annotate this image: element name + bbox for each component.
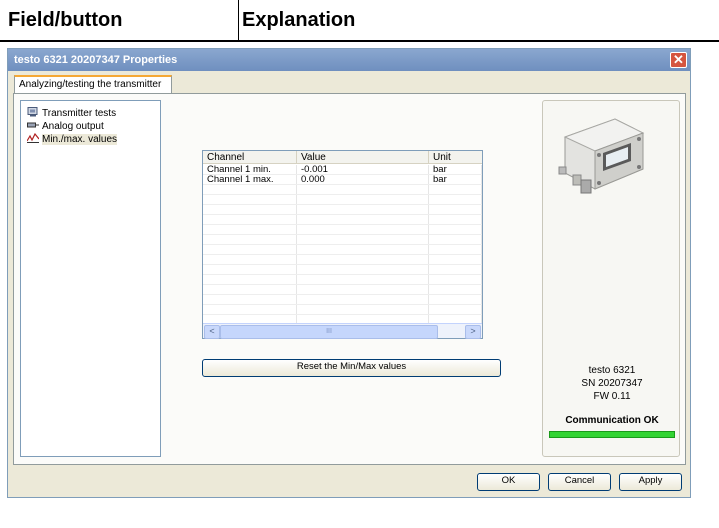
table-cell: [429, 265, 482, 274]
table-cell: Channel 1 max.: [203, 175, 297, 184]
table-cell: [429, 215, 482, 224]
tree-item-label: Transmitter tests: [42, 108, 117, 119]
window-title: testo 6321 20207347 Properties: [14, 54, 178, 66]
empty-table-row: [203, 285, 482, 295]
tab-analyzing-testing[interactable]: Analyzing/testing the transmitter: [14, 75, 172, 93]
min-max-chart-icon: [27, 133, 39, 143]
table-cell: [297, 275, 429, 284]
table-cell: [429, 285, 482, 294]
transmitter-test-icon: [27, 107, 38, 117]
table-cell: [429, 225, 482, 234]
horizontal-scrollbar[interactable]: < III >: [203, 323, 482, 339]
table-cell: [429, 305, 482, 314]
table-cell: [297, 235, 429, 244]
table-cell: [203, 245, 297, 254]
table-cell: [429, 255, 482, 264]
empty-table-row: [203, 215, 482, 225]
table-cell: [297, 225, 429, 234]
empty-table-row: [203, 225, 482, 235]
table-cell: [297, 305, 429, 314]
table-cell: [429, 195, 482, 204]
empty-table-row: [203, 305, 482, 315]
table-cell: [297, 185, 429, 194]
column-header-value[interactable]: Value: [297, 151, 429, 164]
device-model: testo 6321: [588, 365, 636, 376]
table-cell: [203, 185, 297, 194]
table-cell: [297, 245, 429, 254]
scroll-left-icon[interactable]: <: [204, 325, 220, 339]
close-icon[interactable]: ✕: [670, 52, 687, 68]
table-cell: [297, 205, 429, 214]
table-cell: bar: [429, 175, 482, 184]
table-cell: [203, 305, 297, 314]
column-header-channel[interactable]: Channel: [203, 151, 297, 164]
apply-button[interactable]: Apply: [619, 473, 682, 491]
empty-table-row: [203, 265, 482, 275]
cancel-button[interactable]: Cancel: [548, 473, 611, 491]
empty-table-row: [203, 245, 482, 255]
table-cell: bar: [429, 165, 482, 174]
table-cell: [203, 215, 297, 224]
empty-table-row: [203, 195, 482, 205]
navigation-tree: Transmitter tests Analog output Min./max…: [20, 100, 161, 457]
communication-status: Communication OK: [565, 415, 659, 426]
empty-table-row: [203, 295, 482, 305]
empty-table-row: [203, 255, 482, 265]
table-cell: [203, 275, 297, 284]
device-info-panel: testo 6321 SN 20207347 FW 0.11 Communica…: [542, 100, 680, 457]
table-cell: 0.000: [297, 175, 429, 184]
table-cell: [203, 285, 297, 294]
table-cell: [429, 275, 482, 284]
table-cell: [297, 195, 429, 204]
properties-dialog: testo 6321 20207347 Properties ✕ Analyzi…: [7, 48, 691, 498]
header-field-button: Field/button: [0, 0, 239, 40]
reset-min-max-button[interactable]: Reset the Min/Max values: [202, 359, 501, 377]
tree-item-min-max-values[interactable]: Min./max. values: [27, 133, 118, 146]
column-header-unit[interactable]: Unit: [429, 151, 482, 164]
title-bar[interactable]: testo 6321 20207347 Properties ✕: [8, 49, 690, 71]
table-row[interactable]: Channel 1 max. 0.000 bar: [203, 175, 482, 185]
tab-panel: Transmitter tests Analog output Min./max…: [13, 93, 686, 465]
table-cell: [203, 205, 297, 214]
table-cell: [297, 255, 429, 264]
table-cell: [429, 185, 482, 194]
tree-item-transmitter-tests[interactable]: Transmitter tests: [27, 107, 116, 120]
table-cell: [297, 215, 429, 224]
table-header: Channel Value Unit: [203, 151, 482, 164]
scrollbar-thumb[interactable]: III: [220, 325, 438, 339]
tree-item-label: Analog output: [42, 121, 104, 132]
tree-item-analog-output[interactable]: Analog output: [27, 120, 104, 133]
empty-table-row: [203, 185, 482, 195]
table-cell: [203, 225, 297, 234]
table-cell: [297, 265, 429, 274]
table-cell: [203, 195, 297, 204]
device-firmware: FW 0.11: [593, 391, 631, 402]
empty-table-row: [203, 235, 482, 245]
ok-button[interactable]: OK: [477, 473, 540, 491]
scroll-right-icon[interactable]: >: [465, 325, 481, 339]
table-cell: [203, 235, 297, 244]
device-serial: SN 20207347: [581, 378, 643, 389]
table-cell: [429, 205, 482, 214]
table-cell: [429, 235, 482, 244]
empty-table-row: [203, 205, 482, 215]
doc-header-table: Field/button Explanation: [0, 0, 719, 42]
table-cell: Channel 1 min.: [203, 165, 297, 174]
table-cell: [297, 295, 429, 304]
empty-table-row: [203, 275, 482, 285]
header-explanation: Explanation: [242, 9, 356, 31]
analog-output-icon: [27, 122, 39, 128]
min-max-values-table: Channel Value Unit Channel 1 min. -0.001 b…: [202, 150, 483, 339]
table-cell: [203, 295, 297, 304]
table-cell: [297, 285, 429, 294]
communication-status-bar: [549, 431, 675, 438]
table-cell: [203, 265, 297, 274]
table-cell: [429, 295, 482, 304]
table-cell: -0.001: [297, 165, 429, 174]
table-cell: [429, 245, 482, 254]
table-cell: [203, 255, 297, 264]
transmitter-device-image: [558, 118, 645, 194]
tree-item-label: Min./max. values: [42, 134, 118, 145]
